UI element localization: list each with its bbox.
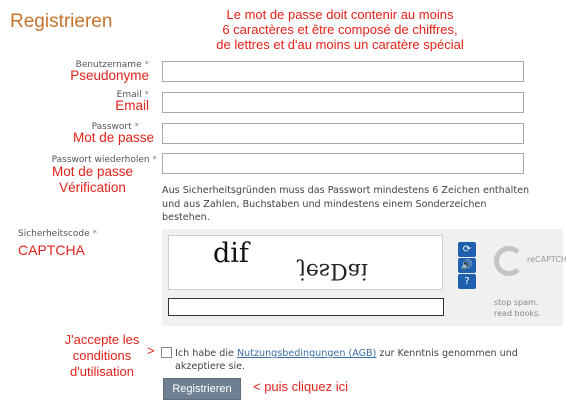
note-captcha: CAPTCHA: [18, 242, 85, 258]
note-line: Vérification: [59, 180, 126, 195]
recaptcha-brand: reCAPTCHA™: [527, 255, 566, 264]
captcha-word-2: jesDai: [299, 258, 368, 283]
help-icon[interactable]: ?: [458, 274, 476, 289]
note-verify: Mot de passe Vérification: [40, 164, 145, 196]
password-help-text: Aus Sicherheitsgründen muss das Passwort…: [162, 185, 530, 223]
note-line: 6 caractères et être composé de chiffres…: [222, 22, 458, 37]
captcha-word-1: dif: [213, 238, 249, 269]
recaptcha-logo-icon: [494, 246, 524, 276]
reload-icon[interactable]: ⟳: [458, 242, 476, 257]
terms-text: Ich habe die Nutzungsbedingungen (AGB) z…: [175, 348, 518, 372]
page-title: Registrieren: [10, 11, 113, 32]
tagline-line: read books.: [494, 309, 541, 318]
captcha-image: dif jesDai: [168, 235, 443, 290]
note-pseudonyme: Pseudonyme: [70, 68, 149, 83]
terms-link[interactable]: Nutzungsbedingungen (AGB): [237, 348, 376, 359]
note-password: Mot de passe: [72, 130, 154, 145]
audio-icon[interactable]: 🔊: [458, 258, 476, 273]
captcha-input[interactable]: [168, 298, 444, 316]
note-submit-hint: < puis cliquez ici: [253, 379, 349, 394]
note-line: Mot de passe: [51, 164, 134, 179]
username-field[interactable]: [162, 61, 524, 82]
note-line: conditions: [72, 348, 132, 363]
password-rules-note: Le mot de passe doit contenir au moins 6…: [190, 7, 490, 52]
password-field[interactable]: [162, 123, 524, 144]
terms-checkbox[interactable]: [161, 347, 172, 358]
email-field[interactable]: [162, 92, 524, 113]
note-line: d'utilisation: [70, 364, 134, 379]
register-button[interactable]: Registrieren: [163, 378, 241, 400]
note-terms-arrow: >: [147, 343, 155, 358]
note-email: Email: [115, 98, 149, 113]
note-line: de lettres et d'au moins un caratère spé…: [216, 37, 464, 52]
tagline-line: stop spam.: [494, 298, 539, 307]
password-repeat-field[interactable]: [162, 153, 524, 174]
captcha-label: Sicherheitscode *: [18, 229, 97, 239]
recaptcha-tagline: stop spam. read books.: [494, 297, 541, 319]
note-line: J'accepte les: [64, 332, 140, 347]
note-line: Le mot de passe doit contenir au moins: [226, 7, 454, 22]
note-terms: J'accepte les conditions d'utilisation: [60, 332, 144, 380]
